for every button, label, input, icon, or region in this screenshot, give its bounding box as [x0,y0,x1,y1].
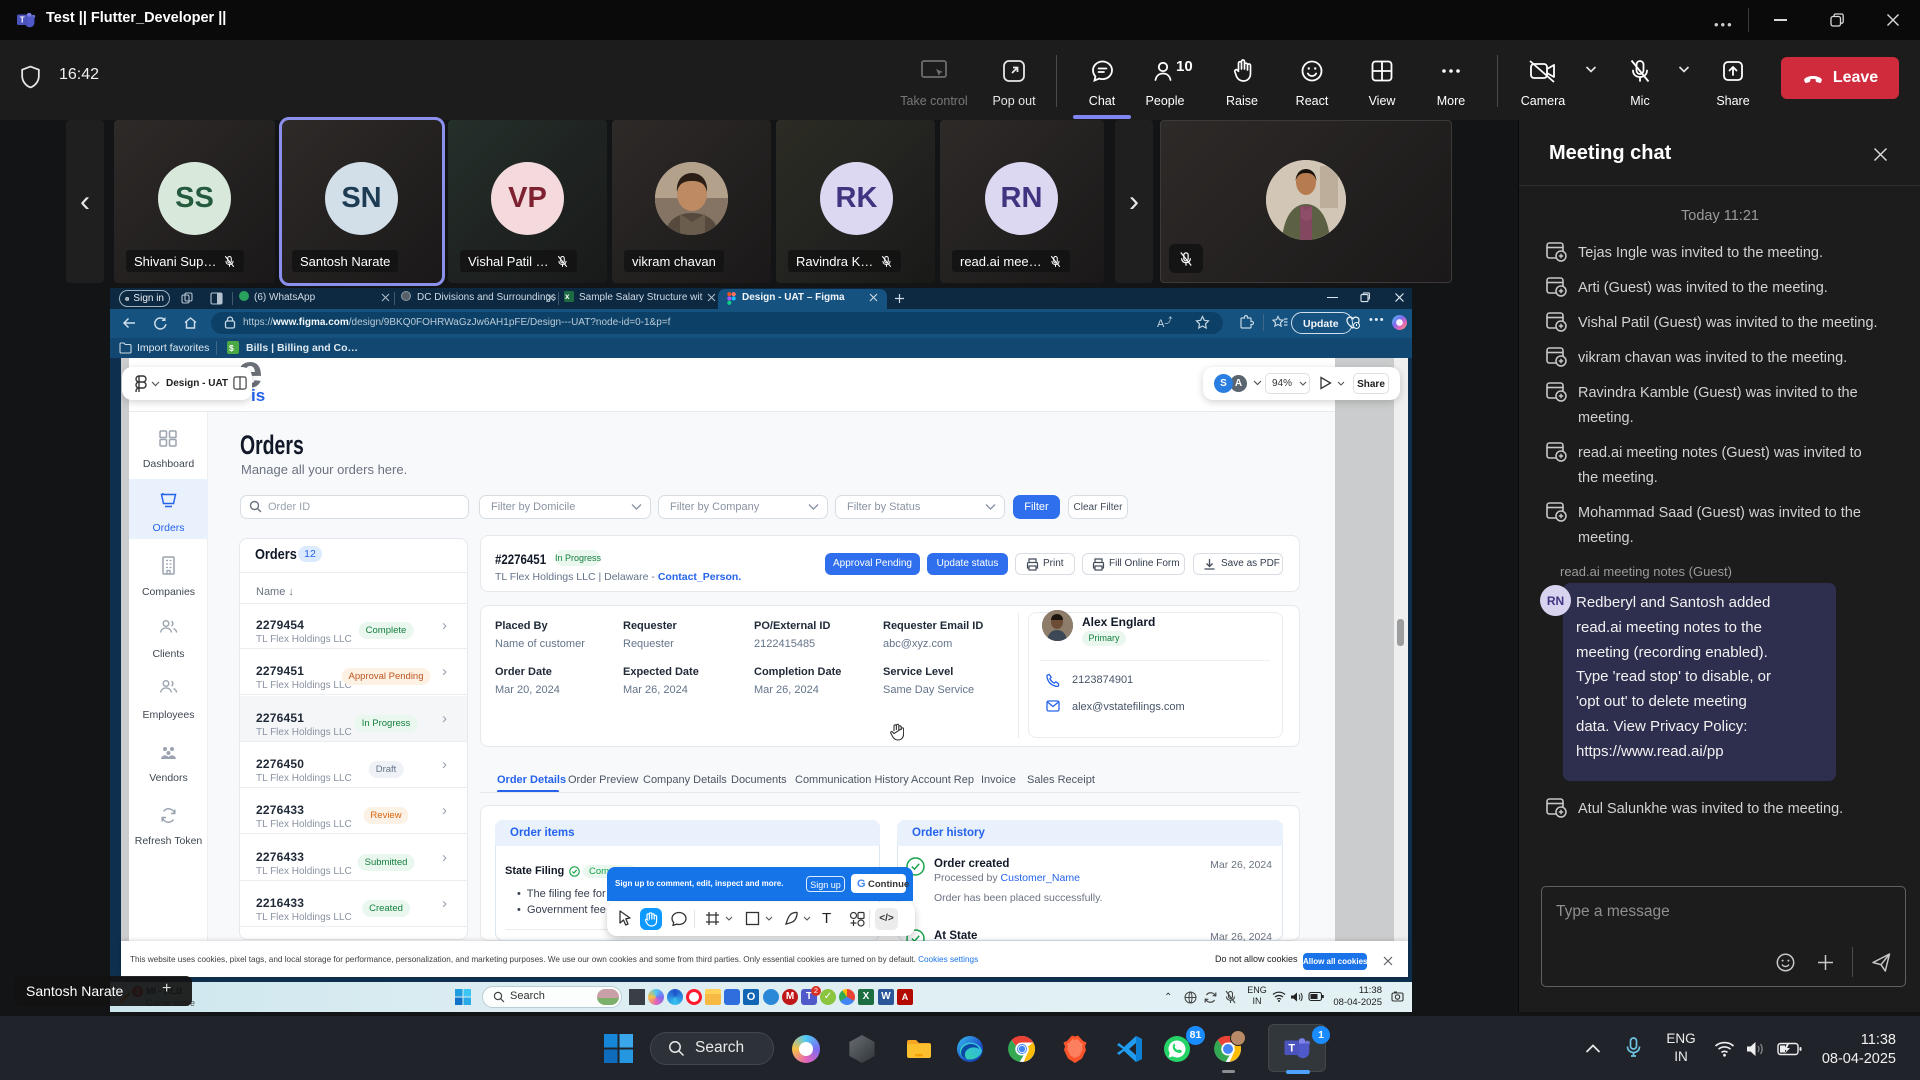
svg-text:T: T [1288,1043,1295,1055]
svg-text:T: T [20,16,25,25]
